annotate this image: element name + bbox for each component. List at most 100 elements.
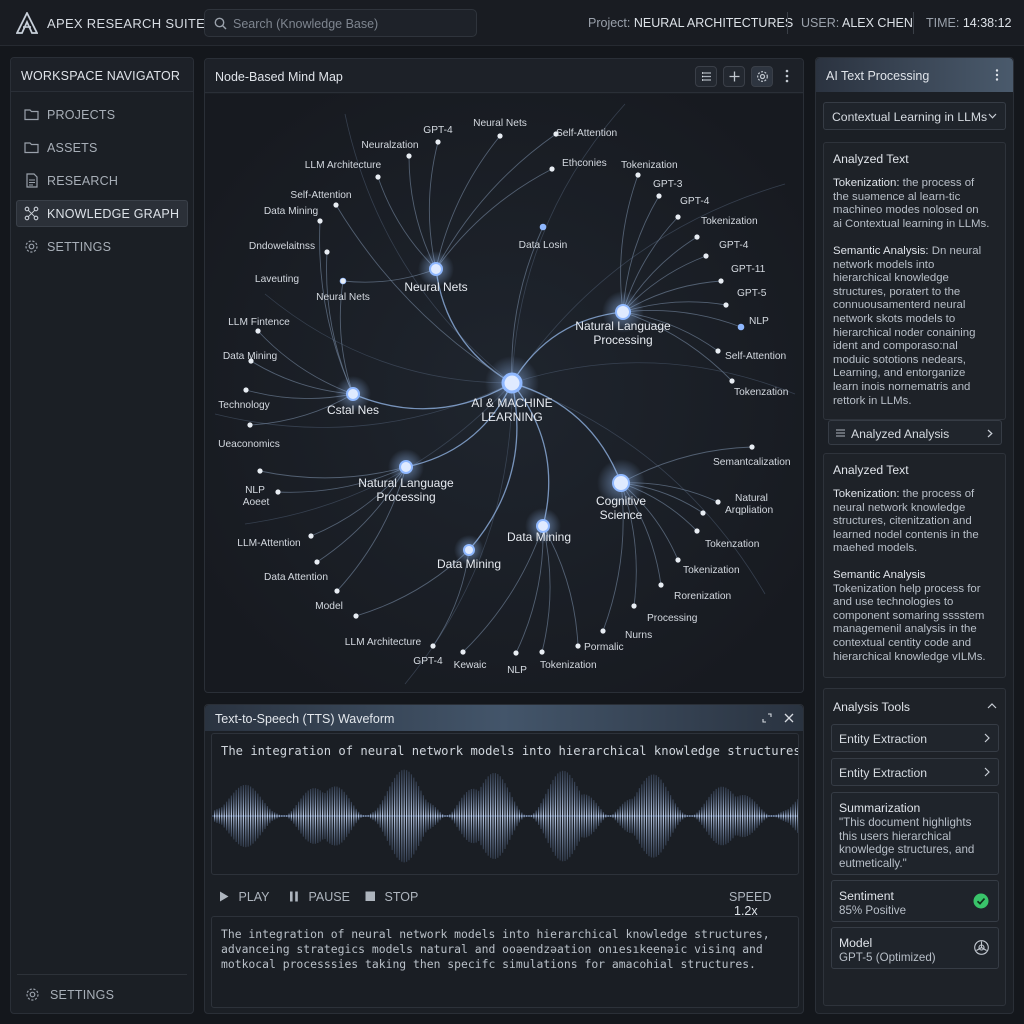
mind-map-leaf-node[interactable] — [703, 253, 709, 259]
tts-waveform[interactable]: The integration of neural network models… — [211, 733, 799, 875]
mind-map-hub-node[interactable] — [501, 372, 523, 394]
waveform-bar — [319, 790, 321, 842]
chevron-up-icon[interactable] — [987, 703, 997, 709]
waveform-bar — [715, 788, 717, 844]
mind-map-leaf-node[interactable] — [257, 468, 263, 474]
mind-map-leaf-node[interactable] — [430, 643, 436, 649]
mind-map-leaf-node[interactable] — [497, 133, 503, 139]
mind-map-hub-node[interactable] — [399, 460, 413, 474]
waveform-bar — [588, 795, 590, 837]
mind-map-leaf-node[interactable] — [243, 387, 249, 393]
mind-map-leaf-node[interactable] — [317, 218, 323, 224]
mind-map-leaf-node[interactable] — [406, 153, 412, 159]
sidebar-item-projects[interactable]: PROJECTS — [16, 101, 188, 128]
waveform-bar — [295, 805, 297, 827]
waveform-bar — [612, 813, 614, 819]
mind-map-canvas[interactable]: Neural Nets Self-Attention GPT-4 Neuralzati… — [205, 94, 803, 692]
waveform-bar — [787, 809, 789, 823]
add-node-button[interactable] — [723, 66, 745, 87]
speed-control[interactable]: SPEED 1.2x — [729, 890, 803, 918]
mind-map-leaf-label: GPT-4 — [680, 196, 710, 207]
mind-map-leaf-node[interactable] — [435, 139, 441, 145]
folder-icon — [24, 142, 39, 154]
mind-map-leaf-node[interactable] — [513, 650, 519, 656]
pause-button[interactable]: PAUSE — [289, 890, 350, 904]
mind-map-hub-node[interactable] — [615, 304, 631, 320]
entity-extraction-button[interactable]: Entity Extraction — [831, 724, 999, 752]
mind-map-leaf-node[interactable] — [656, 193, 662, 199]
entity-extraction-button[interactable]: Entity Extraction — [831, 758, 999, 786]
topic-dropdown[interactable]: Contextual Learning in LLMs — [823, 102, 1006, 130]
model-box[interactable]: Model GPT-5 (Optimized) — [831, 927, 999, 969]
mind-map-leaf-node[interactable] — [694, 234, 700, 240]
sidebar-item-research[interactable]: RESEARCH — [16, 167, 188, 194]
mind-map-hub-node[interactable] — [346, 387, 360, 401]
mind-map-leaf-node[interactable] — [737, 323, 745, 331]
more-vertical-icon[interactable] — [994, 68, 1000, 82]
play-button[interactable]: PLAY — [219, 890, 270, 904]
waveform-bar — [782, 811, 784, 821]
mind-map-leaf-node[interactable] — [723, 302, 729, 308]
sentiment-box[interactable]: Sentiment 85% Positive — [831, 880, 999, 922]
mind-map-leaf-node[interactable] — [675, 214, 681, 220]
mind-map-leaf-node[interactable] — [308, 533, 314, 539]
play-icon — [220, 891, 229, 902]
mind-map-leaf-node[interactable] — [631, 603, 637, 609]
mind-map-leaf-node[interactable] — [334, 588, 340, 594]
sidebar-item-assets[interactable]: ASSETS — [16, 134, 188, 161]
mind-map-leaf-node[interactable] — [340, 278, 346, 284]
stop-button[interactable]: STOP — [365, 890, 418, 904]
mind-map-leaf-node[interactable] — [275, 489, 281, 495]
search-input[interactable] — [233, 14, 469, 33]
mind-map-leaf-node[interactable] — [575, 643, 581, 649]
summary-line: eutmetically." — [839, 856, 907, 870]
waveform-bar — [305, 792, 307, 840]
mind-map-hub-node[interactable] — [463, 544, 475, 556]
more-options-button[interactable] — [783, 68, 791, 84]
mind-map-leaf-label: Technology — [218, 400, 270, 411]
mind-map-leaf-node[interactable] — [460, 649, 466, 655]
waveform-bar — [499, 776, 501, 856]
waveform-bar — [324, 793, 326, 840]
mind-map-leaf-node[interactable] — [729, 378, 735, 384]
mind-map-leaf-node[interactable] — [718, 278, 724, 284]
sidebar-item-knowledge-graph[interactable]: KNOWLEDGE GRAPH — [16, 200, 188, 227]
mind-map-leaf-node[interactable] — [715, 499, 721, 505]
mind-map-leaf-node[interactable] — [715, 348, 721, 354]
list-view-button[interactable] — [695, 66, 717, 87]
mind-map-leaf-node[interactable] — [600, 628, 606, 634]
mind-map-hub-node[interactable] — [612, 474, 630, 492]
mind-map-leaf-node[interactable] — [324, 249, 330, 255]
mind-map-leaf-node[interactable] — [539, 223, 547, 231]
mind-map-leaf-node[interactable] — [658, 582, 664, 588]
mind-map-leaf-node[interactable] — [635, 172, 641, 178]
waveform-bar — [425, 799, 427, 833]
waveform-bar — [617, 809, 619, 823]
waveform-bar — [278, 814, 280, 818]
mind-map-leaf-node[interactable] — [255, 328, 261, 334]
mind-map-leaf-node[interactable] — [375, 174, 381, 180]
analyzed-analysis-button[interactable]: Analyzed Analysis — [828, 420, 1002, 445]
mind-map-leaf-node[interactable] — [700, 510, 706, 516]
summary-line: knowledge structures, and — [839, 843, 975, 857]
waveform-bar — [362, 815, 364, 817]
mind-map-leaf-node[interactable] — [694, 528, 700, 534]
mind-map-hub-node[interactable] — [429, 262, 443, 276]
mind-map-leaf-node[interactable] — [353, 613, 359, 619]
mind-map-leaf-node[interactable] — [539, 649, 545, 655]
expand-icon[interactable] — [762, 713, 772, 723]
mind-map-leaf-node[interactable] — [333, 202, 339, 208]
waveform-bar — [521, 812, 523, 820]
mind-map-leaf-node[interactable] — [314, 559, 320, 565]
sidebar-item-settings[interactable]: SETTINGS — [16, 233, 188, 260]
mind-map-leaf-node[interactable] — [549, 166, 555, 172]
waveform-bar — [242, 785, 244, 847]
sidebar-footer-settings[interactable]: SETTINGS — [16, 981, 188, 1008]
summarization-box[interactable]: Summarization "This document highlights … — [831, 792, 999, 875]
mind-map-leaf-node[interactable] — [247, 422, 253, 428]
search-box[interactable] — [204, 9, 477, 37]
graph-settings-button[interactable] — [751, 66, 773, 87]
close-icon[interactable] — [784, 713, 794, 723]
mind-map-leaf-node[interactable] — [749, 444, 755, 450]
mind-map-leaf-node[interactable] — [675, 557, 681, 563]
